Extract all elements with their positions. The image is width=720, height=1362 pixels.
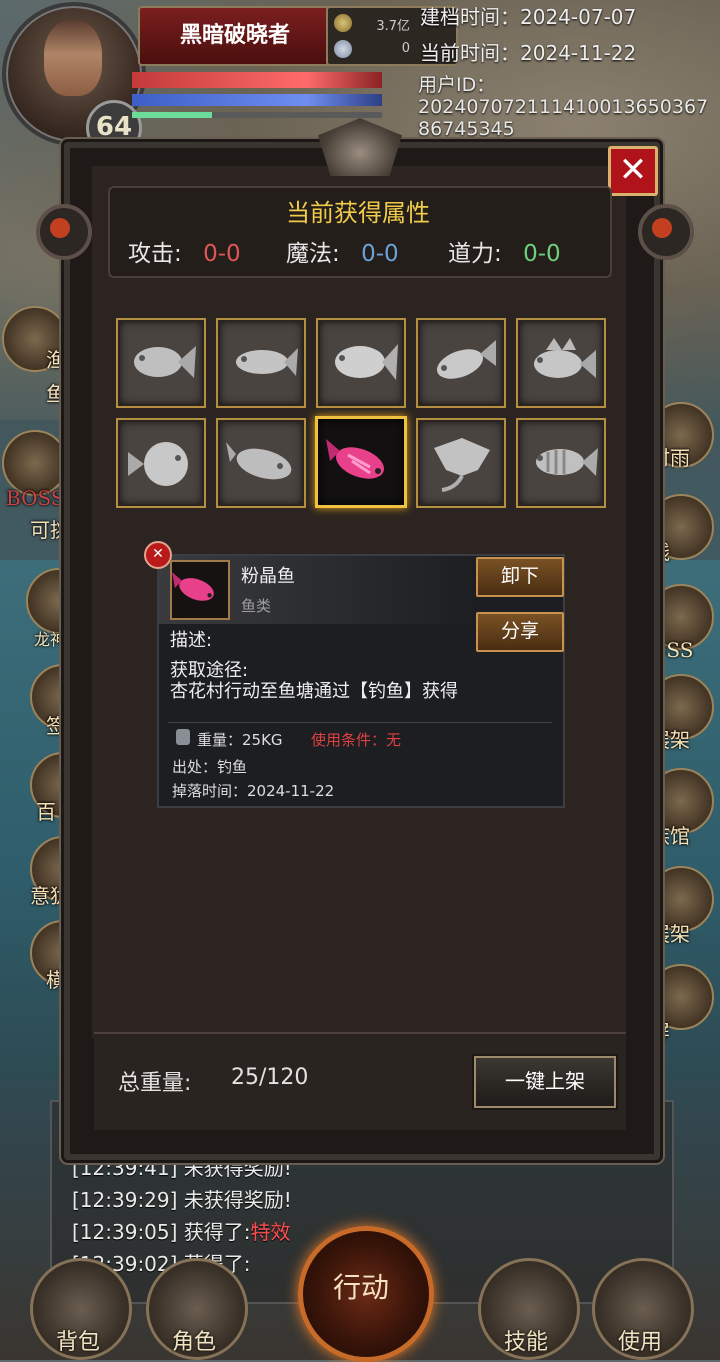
taoism-label: 道力: bbox=[448, 241, 502, 267]
side-label-screen: 屏 bbox=[650, 1020, 670, 1044]
tooltip-use-condition: 使用条件：无 bbox=[311, 731, 402, 749]
fish-slot-selected[interactable] bbox=[315, 416, 407, 508]
hp-bar bbox=[132, 72, 382, 88]
pink-fish-icon bbox=[326, 439, 384, 479]
weight-icon bbox=[176, 729, 190, 745]
fish-slot[interactable] bbox=[116, 318, 206, 408]
fish-slot[interactable] bbox=[316, 318, 406, 408]
ingot-value: 0 bbox=[401, 41, 410, 56]
fish-slot[interactable] bbox=[116, 418, 206, 508]
tooltip-drop-time: 掉落时间：2024-11-22 bbox=[172, 782, 335, 800]
flatfish-icon bbox=[226, 442, 292, 480]
tooltip-origin: 出处：钓鱼 bbox=[172, 758, 248, 776]
tooltip-desc-label: 描述: bbox=[170, 630, 213, 651]
fish-slot[interactable] bbox=[216, 418, 306, 508]
nav-use-label: 使用 bbox=[617, 1330, 662, 1355]
tooltip-item-icon bbox=[170, 560, 230, 620]
attack-attr: 攻击: 0-0 bbox=[128, 234, 241, 268]
fish-slot[interactable] bbox=[516, 418, 606, 508]
magic-value: 0-0 bbox=[361, 241, 399, 267]
nav-role-label: 角色 bbox=[171, 1330, 216, 1355]
tooltip-item-name: 粉晶鱼 bbox=[241, 566, 295, 587]
current-time: 当前时间：2024-11-22 bbox=[420, 41, 637, 65]
fish-icon bbox=[534, 338, 596, 378]
tooltip-weight: 重量：25KG bbox=[197, 731, 283, 749]
attack-label: 攻击: bbox=[128, 241, 182, 267]
attributes-title: 当前获得属性 bbox=[286, 199, 430, 227]
one-click-shelf-button[interactable]: 一键上架 bbox=[474, 1056, 616, 1108]
gold-value: 3.7亿 bbox=[376, 19, 410, 34]
magic-attr: 魔法: 0-0 bbox=[286, 234, 399, 268]
panel-ornament-left bbox=[36, 204, 92, 260]
close-button[interactable]: ✕ bbox=[608, 146, 658, 196]
share-button[interactable]: 分享 bbox=[476, 612, 564, 652]
side-label-aquarium: 族馆 bbox=[650, 824, 690, 848]
fish-slot[interactable] bbox=[216, 318, 306, 408]
tooltip-close-icon[interactable]: ✕ bbox=[144, 541, 172, 569]
nav-skill-label: 技能 bbox=[503, 1330, 548, 1355]
ray-icon bbox=[434, 438, 490, 492]
avatar-face bbox=[44, 20, 102, 96]
mp-bar bbox=[132, 94, 382, 106]
fish-slot[interactable] bbox=[416, 318, 506, 408]
panel-ornament-right bbox=[638, 204, 694, 260]
taoism-attr: 道力: 0-0 bbox=[448, 234, 561, 268]
side-label-line: 线 bbox=[650, 540, 670, 564]
xp-fill bbox=[132, 112, 212, 118]
side-label-display-2: 展架 bbox=[650, 922, 690, 946]
side-label-rain: 时雨 bbox=[650, 446, 690, 470]
ingot-icon bbox=[334, 40, 352, 58]
pink-fish-icon bbox=[172, 572, 214, 601]
fish-icon bbox=[437, 340, 496, 379]
created-time: 建档时间：2024-07-07 bbox=[420, 5, 637, 29]
chat-line: [12:39:05] 获得了:特效 bbox=[72, 1220, 291, 1244]
taoism-value: 0-0 bbox=[523, 241, 561, 267]
fish-icon bbox=[236, 348, 298, 376]
gold-coin-icon bbox=[334, 14, 352, 32]
magic-label: 魔法: bbox=[286, 241, 340, 267]
tooltip-item-type: 鱼类 bbox=[241, 597, 272, 615]
fish-icon bbox=[335, 344, 398, 380]
action-label: 行动 bbox=[332, 1271, 389, 1304]
total-weight-value: 25/120 bbox=[231, 1065, 309, 1090]
user-id-block: 用户ID： 20240707211141001365036786745345 bbox=[418, 74, 718, 140]
player-name: 黑暗破晓者 bbox=[138, 6, 332, 66]
side-label-display: 展架 bbox=[650, 728, 690, 752]
user-id-value: 20240707211141001365036786745345 bbox=[418, 96, 709, 140]
tooltip-source-text: 杏花村行动至鱼塘通过【钓鱼】获得 bbox=[170, 681, 458, 702]
fish-slot[interactable] bbox=[416, 418, 506, 508]
nav-bag-label: 背包 bbox=[55, 1330, 100, 1355]
unequip-button[interactable]: 卸下 bbox=[476, 557, 564, 597]
user-id-label: 用户ID： bbox=[418, 74, 496, 96]
attack-value: 0-0 bbox=[203, 241, 241, 267]
pufferfish-icon bbox=[128, 442, 188, 486]
fish-slot[interactable] bbox=[516, 318, 606, 408]
chat-line: [12:39:29] 未获得奖励! bbox=[72, 1188, 292, 1212]
tooltip-divider bbox=[168, 722, 552, 723]
skeleton-fish-icon bbox=[536, 448, 598, 476]
side-label-boss-right: OSS bbox=[650, 638, 694, 662]
fish-icon bbox=[134, 346, 196, 378]
total-weight-label: 总重量: bbox=[118, 1071, 192, 1096]
